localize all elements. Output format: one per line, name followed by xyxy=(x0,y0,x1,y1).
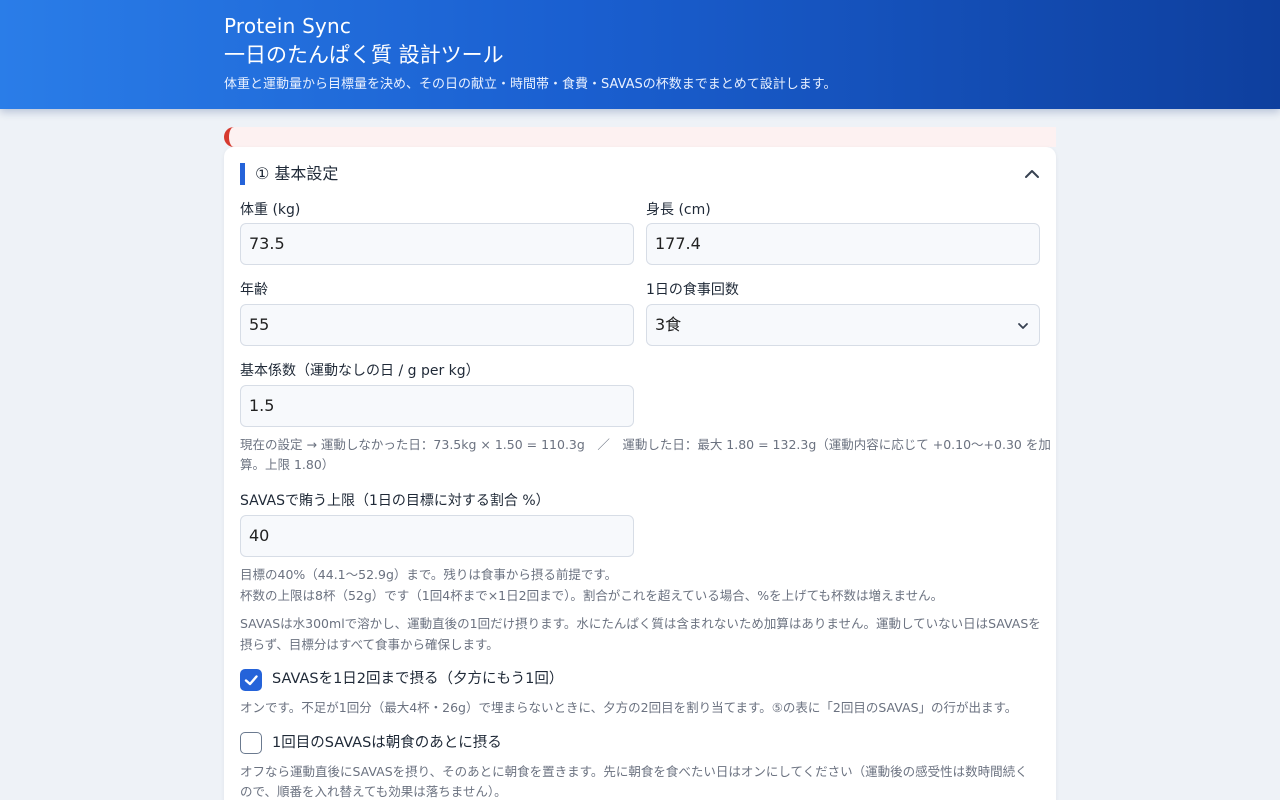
section-title: ① 基本設定 xyxy=(240,163,1024,185)
app-name: Protein Sync xyxy=(224,14,352,38)
alert-bar xyxy=(224,127,1056,147)
basic-settings-card: ① 基本設定 体重 (kg) 73.5 身長 (cm) 177.4 年齢 55 … xyxy=(224,147,1056,800)
after-breakfast-note-line2: ので、順番を入れ替えても効果は落ちません）。 xyxy=(240,784,507,799)
current-setting-note-line2: 算。上限 1.80） xyxy=(240,457,335,472)
page-title: 一日のたんぱく質 設計ツール xyxy=(224,43,504,67)
savas-water-note-line1: SAVASは水300mlで溶かし、運動直後の1回だけ摂ります。水にたんぱく質は含… xyxy=(240,616,1041,631)
app-header: Protein Sync 一日のたんぱく質 設計ツール 体重と運動量から目標量を… xyxy=(0,0,1280,109)
age-input[interactable]: 55 xyxy=(240,304,634,346)
savas-limit-note-line2: 杯数の上限は8杯（52g）です（1回4杯まで×1日2回まで）。割合がこれを超えて… xyxy=(240,588,944,603)
after-breakfast-checkbox[interactable] xyxy=(240,732,262,754)
savas-twice-checkbox[interactable] xyxy=(240,669,262,691)
meals-select[interactable]: 3食 xyxy=(646,304,1040,346)
height-label: 身長 (cm) xyxy=(646,202,711,218)
weight-input[interactable]: 73.5 xyxy=(240,223,634,265)
chevron-down-icon xyxy=(1018,323,1028,329)
savas-twice-label[interactable]: SAVASを1日2回まで摂る（夕方にもう1回） xyxy=(272,668,563,690)
page-description: 体重と運動量から目標量を決め、その日の献立・時間帯・食費・SAVASの杯数までま… xyxy=(224,77,837,92)
savas-water-note-line2: 摂らず、目標分はすべて食事から確保します。 xyxy=(240,637,499,652)
chevron-up-icon[interactable] xyxy=(1024,166,1040,182)
meals-select-value: 3食 xyxy=(655,315,682,334)
savas-limit-note-line1: 目標の40%（44.1〜52.9g）まで。残りは食事から摂る前提です。 xyxy=(240,567,618,582)
height-input[interactable]: 177.4 xyxy=(646,223,1040,265)
age-label: 年齢 xyxy=(240,282,268,298)
savas-limit-label: SAVASで賄う上限（1日の目標に対する割合 %） xyxy=(240,493,550,509)
checkmark-icon xyxy=(244,675,258,686)
savas-limit-input[interactable]: 40 xyxy=(240,515,634,557)
after-breakfast-note-line1: オフなら運動直後にSAVASを摂り、そのあとに朝食を置きます。先に朝食を食べたい… xyxy=(240,764,1028,779)
savas-twice-note: オンです。不足が1回分（最大4杯・26g）で埋まらないときに、夕方の2回目を割り… xyxy=(240,700,1018,715)
header-content: Protein Sync 一日のたんぱく質 設計ツール 体重と運動量から目標量を… xyxy=(224,12,836,95)
weight-label: 体重 (kg) xyxy=(240,202,301,218)
meals-label: 1日の食事回数 xyxy=(646,282,739,298)
coef-label: 基本係数（運動なしの日 / g per kg） xyxy=(240,363,480,379)
after-breakfast-label[interactable]: 1回目のSAVASは朝食のあとに摂る xyxy=(272,732,502,754)
current-setting-note-line1: 現在の設定 → 運動しなかった日：73.5kg × 1.50 = 110.3g … xyxy=(240,437,1051,452)
coef-input[interactable]: 1.5 xyxy=(240,385,634,427)
